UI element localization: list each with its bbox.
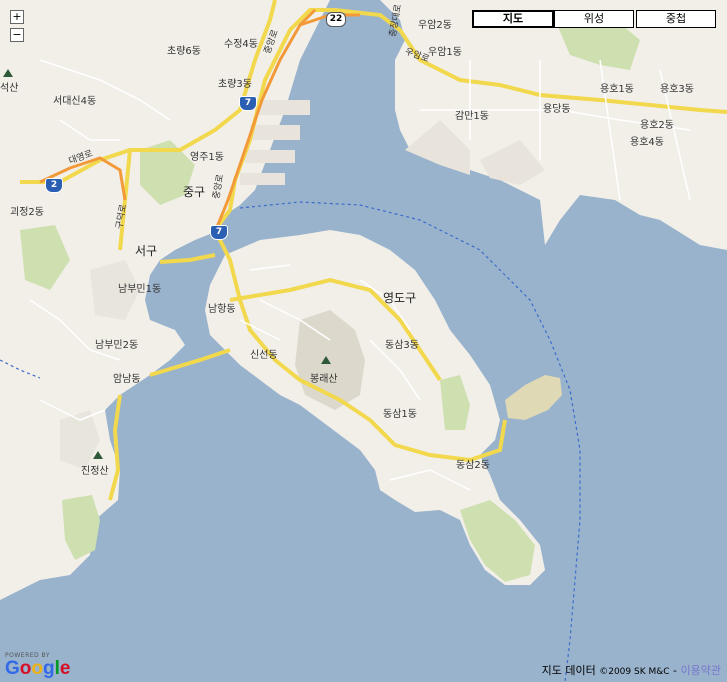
map-type-map-button[interactable]: 지도 — [472, 10, 554, 28]
place-label: 우암1동 — [428, 47, 462, 58]
mountain-icon — [93, 451, 103, 459]
district-label: 영도구 — [383, 291, 417, 305]
place-label: 용호4동 — [630, 137, 664, 148]
separator: - — [673, 664, 678, 677]
place-label: 우암2동 — [418, 20, 452, 31]
map-canvas[interactable]: 22 7 7 2 중앙로 대영로 충장대로 우암로 구덕로 중앙로 우암2동 수… — [0, 0, 727, 682]
place-label: 봉래산 — [310, 374, 338, 385]
map-type-satellite-button[interactable]: 위성 — [554, 10, 634, 28]
route-7-shield: 7 — [210, 225, 228, 240]
place-label: 괴정2동 — [10, 207, 44, 218]
google-wordmark: Google — [5, 658, 71, 679]
map-attribution: 지도 데이터 ©2009 SK M&C - 이용약관 — [542, 662, 721, 678]
place-label: 초량6동 — [167, 46, 201, 57]
national-route-22-shield: 22 — [326, 12, 346, 27]
route-7-shield: 7 — [239, 96, 257, 111]
place-label: 용호1동 — [600, 84, 634, 95]
place-label: 초량3동 — [218, 79, 252, 90]
place-label: 용당동 — [543, 104, 571, 115]
place-label: 수정4동 — [224, 39, 258, 50]
place-label: 동삼1동 — [383, 409, 417, 420]
place-label: 암남동 — [113, 374, 141, 385]
copyright-text: ©2009 SK M&C — [599, 667, 670, 677]
place-label: 신선동 — [250, 350, 278, 361]
place-label: 용호2동 — [640, 120, 674, 131]
place-label: 서대신4동 — [53, 96, 97, 107]
place-label: 남부민1동 — [118, 284, 162, 295]
route-2-shield: 2 — [45, 178, 63, 193]
map-data-label: 지도 데이터 — [541, 664, 596, 677]
place-label: 용호3동 — [660, 84, 694, 95]
place-label: 감만1동 — [455, 111, 489, 122]
zoom-in-button[interactable]: + — [10, 10, 24, 24]
terms-link[interactable]: 이용약관 — [681, 664, 721, 677]
mountain-icon — [3, 69, 13, 77]
zoom-out-button[interactable]: − — [10, 28, 24, 42]
place-label: 남항동 — [208, 304, 236, 315]
district-label: 중구 — [183, 185, 206, 199]
place-label: 영주1동 — [190, 152, 224, 163]
place-label: 진정산 — [81, 466, 109, 477]
google-logo[interactable]: POWERED BY Google — [5, 652, 70, 678]
place-label: 동삼3동 — [385, 340, 419, 351]
map-type-hybrid-button[interactable]: 중첩 — [636, 10, 716, 28]
place-label: 동삼2동 — [456, 460, 490, 471]
place-label: 남부민2동 — [95, 340, 139, 351]
mountain-icon — [321, 356, 331, 364]
district-label: 서구 — [135, 244, 158, 258]
place-label: 석산 — [0, 83, 19, 94]
